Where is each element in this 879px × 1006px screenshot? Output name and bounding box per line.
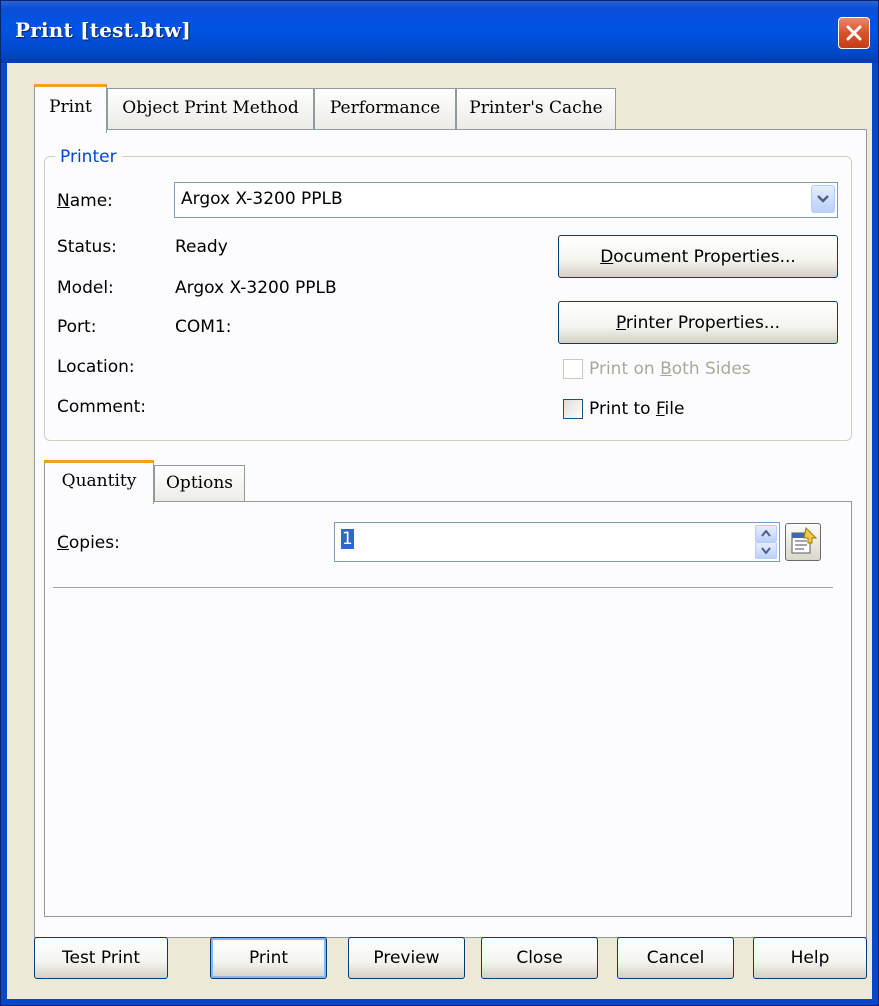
cancel-label: Cancel <box>646 948 705 968</box>
location-label: Location: <box>57 357 135 377</box>
database-icon <box>791 526 818 554</box>
tab-object-print-method[interactable]: Object Print Method <box>107 88 314 129</box>
model-value: Argox X-3200 PPLB <box>175 278 337 298</box>
chevron-up-icon <box>761 530 771 537</box>
copies-value: 1 <box>341 529 354 549</box>
tab-print-label: Print <box>49 97 92 117</box>
window-frame-bottom <box>1 999 878 1005</box>
print-on-both-sides-label: Print on Both Sides <box>589 359 751 379</box>
tab-performance-label: Performance <box>329 98 441 118</box>
comment-label: Comment: <box>57 397 147 417</box>
document-properties-button[interactable]: Document Properties... <box>558 235 838 278</box>
tab-printers-cache-label: Printer's Cache <box>469 98 603 118</box>
print-label: Print <box>248 948 289 968</box>
copies-data-source-button[interactable] <box>785 523 821 561</box>
tab-printers-cache[interactable]: Printer's Cache <box>456 88 616 129</box>
preview-label: Preview <box>373 948 440 968</box>
copies-label: Copies: <box>57 533 120 553</box>
copies-stepper[interactable]: 1 <box>334 522 780 562</box>
quantity-panel <box>44 501 852 917</box>
copies-spin-buttons[interactable] <box>755 525 777 559</box>
tab-print[interactable]: Print <box>34 84 107 133</box>
port-label: Port: <box>57 317 97 337</box>
printer-name-dropdown-button[interactable] <box>811 185 835 213</box>
chevron-down-icon <box>817 195 829 203</box>
close-window-button[interactable] <box>838 17 870 49</box>
close-icon <box>846 25 862 41</box>
print-button[interactable]: Print <box>210 937 327 979</box>
printer-name-value: Argox X-3200 PPLB <box>181 189 343 209</box>
status-label: Status: <box>57 237 117 257</box>
quantity-divider <box>53 587 833 589</box>
copies-decrement-button[interactable] <box>755 542 777 559</box>
subtab-quantity[interactable]: Quantity <box>44 460 154 504</box>
window-frame-right <box>872 63 878 1005</box>
model-label: Model: <box>57 278 114 298</box>
cancel-button[interactable]: Cancel <box>617 937 734 979</box>
test-print-label: Test Print <box>62 948 140 968</box>
window-title: Print [test.btw] <box>15 18 191 42</box>
printer-group-label: Printer <box>55 147 122 167</box>
window-frame-left <box>1 63 7 1005</box>
printer-name-select[interactable]: Argox X-3200 PPLB <box>174 182 838 218</box>
print-to-file-checkbox[interactable] <box>563 399 583 419</box>
subtab-options[interactable]: Options <box>154 465 245 502</box>
title-bar[interactable]: Print [test.btw] <box>1 1 878 63</box>
print-on-both-sides-checkbox[interactable] <box>563 359 583 379</box>
printer-properties-button[interactable]: Printer Properties... <box>558 301 838 344</box>
print-dialog: Print [test.btw] Print Object Print Meth… <box>0 0 879 1006</box>
printer-name-label: Name: <box>57 191 113 211</box>
help-label: Help <box>790 948 830 968</box>
help-button[interactable]: Help <box>753 937 867 979</box>
close-button[interactable]: Close <box>481 937 598 979</box>
subtab-options-label: Options <box>166 473 233 493</box>
subtab-quantity-label: Quantity <box>61 471 137 491</box>
document-properties-label: Document Properties... <box>600 246 796 267</box>
copies-increment-button[interactable] <box>755 525 777 542</box>
printer-properties-label: Printer Properties... <box>615 312 781 333</box>
tab-performance[interactable]: Performance <box>314 88 456 129</box>
tab-object-print-method-label: Object Print Method <box>122 98 299 118</box>
close-label: Close <box>516 948 563 968</box>
test-print-button[interactable]: Test Print <box>34 937 168 979</box>
chevron-down-icon <box>761 547 771 554</box>
preview-button[interactable]: Preview <box>348 937 465 979</box>
print-to-file-label: Print to File <box>589 399 685 419</box>
status-value: Ready <box>175 237 228 257</box>
port-value: COM1: <box>175 317 232 337</box>
